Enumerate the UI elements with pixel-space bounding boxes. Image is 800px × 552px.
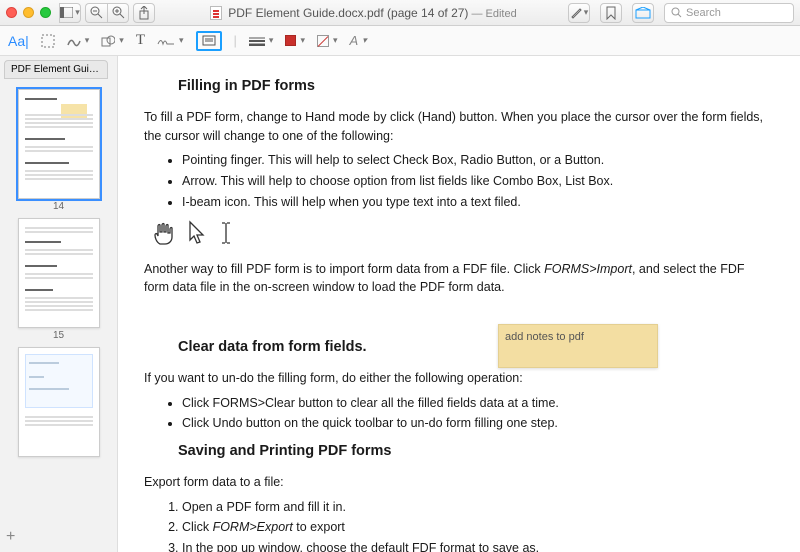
- ibeam-cursor-icon: [220, 220, 232, 246]
- markup-toolbox-button[interactable]: [632, 3, 654, 23]
- title-page-info: (page 14 of 27): [384, 6, 469, 20]
- title-edited: — Edited: [468, 8, 516, 20]
- cursor-examples: [152, 220, 764, 246]
- zoom-out-button[interactable]: [85, 3, 107, 23]
- right-tools: Search: [568, 3, 794, 23]
- search-icon: [671, 7, 682, 18]
- zoom-group: [85, 3, 129, 23]
- paragraph: Another way to fill PDF form is to impor…: [144, 260, 764, 298]
- heading-filling: Filling in PDF forms: [178, 76, 764, 98]
- thumbnail-page-14[interactable]: [18, 89, 100, 199]
- page-number-14: 14: [0, 201, 117, 212]
- bullet-list: Pointing finger. This will help to selec…: [144, 151, 764, 211]
- document-view[interactable]: Filling in PDF forms To fill a PDF form,…: [118, 56, 800, 552]
- title-filename: PDF Element Guide.docx.pdf: [228, 6, 383, 20]
- thumbnails: 14 15: [0, 79, 117, 552]
- window-titlebar: PDF Element Guide.docx.pdf (page 14 of 2…: [0, 0, 800, 26]
- traffic-lights: [6, 7, 51, 18]
- select-tool[interactable]: [41, 34, 55, 48]
- sticky-note-annotation[interactable]: add notes to pdf: [498, 324, 658, 368]
- line-style-tool[interactable]: [249, 35, 274, 46]
- sidebar-doc-tab[interactable]: PDF Element Guide.docx.pdf: [4, 60, 108, 79]
- list-item: Arrow. This will help to choose option f…: [182, 172, 764, 191]
- list-item: Click FORMS>Clear button to clear all th…: [182, 394, 764, 413]
- search-placeholder: Search: [686, 7, 721, 19]
- share-button[interactable]: [133, 3, 155, 23]
- numbered-list: Open a PDF form and fill it in. Click FO…: [144, 498, 764, 552]
- bullet-list: Click FORMS>Clear button to clear all th…: [144, 394, 764, 434]
- zoom-window-icon[interactable]: [40, 7, 51, 18]
- thumbnail-page-15[interactable]: [18, 218, 100, 328]
- window-title: PDF Element Guide.docx.pdf (page 14 of 2…: [159, 6, 568, 20]
- list-item: In the pop up window, choose the default…: [182, 539, 764, 552]
- search-input[interactable]: Search: [664, 3, 794, 23]
- sketch-tool[interactable]: [67, 35, 90, 47]
- sticky-note-text: add notes to pdf: [505, 331, 584, 343]
- minimize-window-icon[interactable]: [23, 7, 34, 18]
- text-style-dropdown[interactable]: A: [350, 33, 367, 48]
- heading-saving: Saving and Printing PDF forms: [178, 441, 764, 463]
- note-tool[interactable]: [196, 31, 222, 51]
- thumbnail-page-16[interactable]: [18, 347, 100, 457]
- list-item: Pointing finger. This will help to selec…: [182, 151, 764, 170]
- text-tool[interactable]: T: [136, 32, 145, 49]
- page-number-15: 15: [0, 330, 117, 341]
- heading-clear: Clear data from form fields.: [178, 337, 764, 359]
- annotation-toolbar: Aa| T | A: [0, 26, 800, 56]
- close-window-icon[interactable]: [6, 7, 17, 18]
- list-item: Open a PDF form and fill it in.: [182, 498, 764, 517]
- pdf-file-icon: [210, 6, 222, 20]
- paragraph: Export form data to a file:: [144, 473, 764, 492]
- list-item: I-beam icon. This will help when you typ…: [182, 193, 764, 212]
- paragraph: To fill a PDF form, change to Hand mode …: [144, 108, 764, 146]
- thumbnail-sidebar: PDF Element Guide.docx.pdf 14: [0, 56, 118, 552]
- arrow-cursor-icon: [188, 220, 206, 246]
- zoom-in-button[interactable]: [107, 3, 129, 23]
- main-area: PDF Element Guide.docx.pdf 14: [0, 56, 800, 552]
- highlight-tool-button[interactable]: [568, 3, 590, 23]
- list-item: Click FORM>Export to export: [182, 518, 764, 537]
- sidebar-view-button[interactable]: [59, 3, 81, 23]
- text-style-tool[interactable]: Aa|: [8, 33, 29, 49]
- paragraph: If you want to un-do the filling form, d…: [144, 369, 764, 388]
- add-page-button[interactable]: +: [6, 528, 15, 546]
- bookmark-button[interactable]: [600, 3, 622, 23]
- fill-color-tool[interactable]: [317, 35, 338, 47]
- shapes-tool[interactable]: [101, 35, 124, 47]
- signature-tool[interactable]: [157, 35, 184, 47]
- hand-cursor-icon: [152, 220, 174, 246]
- list-item: Click Undo button on the quick toolbar t…: [182, 414, 764, 433]
- border-color-tool[interactable]: [285, 35, 305, 46]
- view-group: [59, 3, 81, 23]
